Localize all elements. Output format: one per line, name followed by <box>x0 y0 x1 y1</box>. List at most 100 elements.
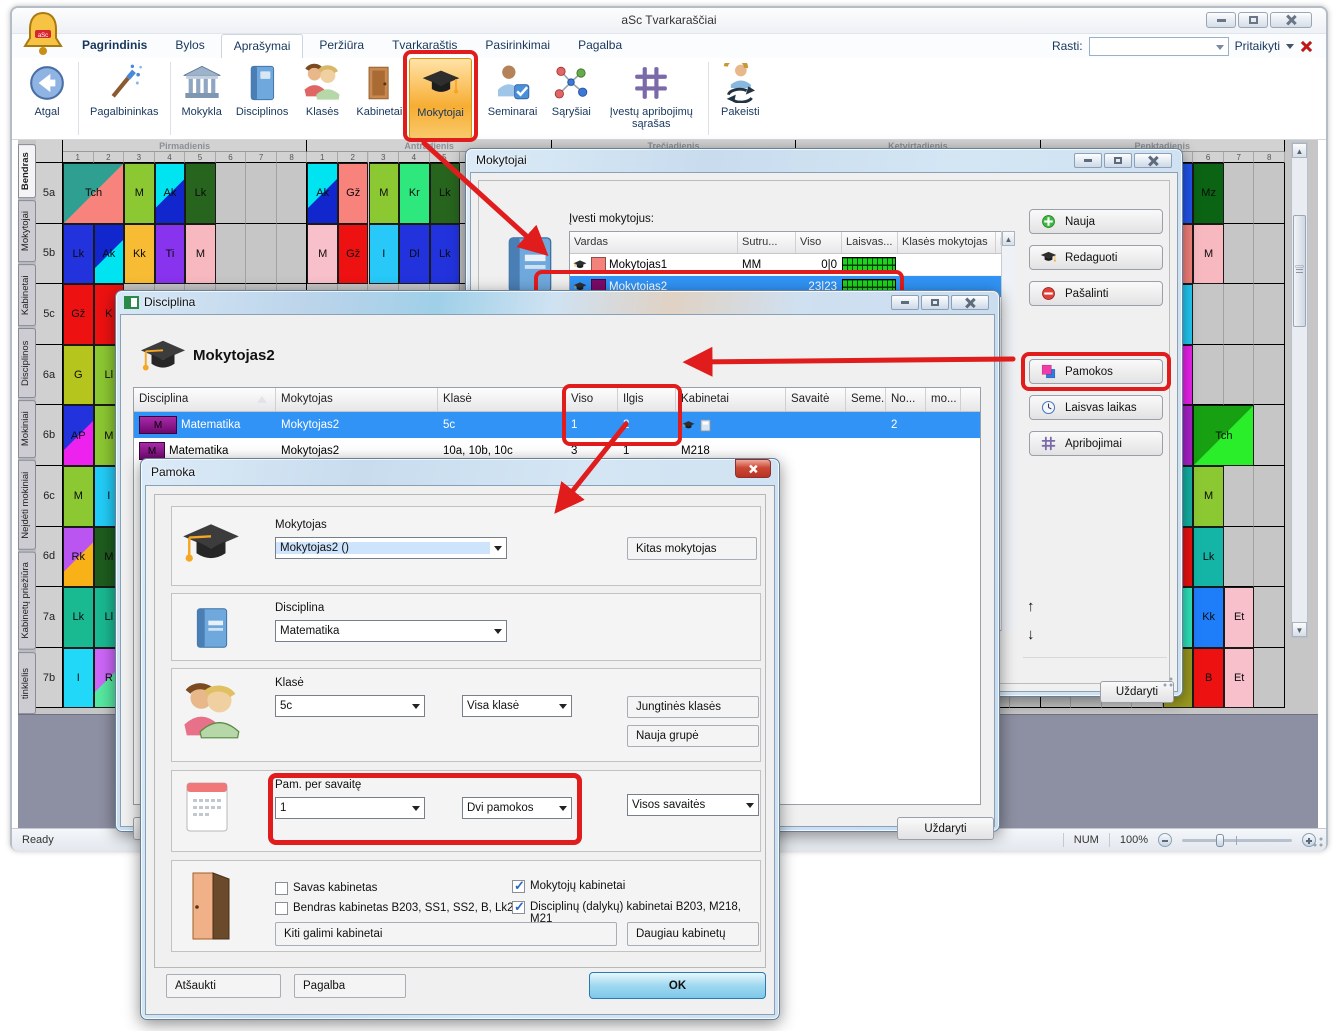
maximize-button[interactable] <box>921 295 949 310</box>
timetable-cell[interactable] <box>277 163 308 224</box>
class-select[interactable]: 5c <box>275 695 425 717</box>
scroll-up-icon[interactable]: ▲ <box>1002 231 1015 246</box>
resize-grip[interactable] <box>1162 676 1174 688</box>
lesson-cell[interactable]: M <box>124 163 155 224</box>
lesson-cell[interactable]: Gž <box>338 163 369 224</box>
lesson-cell[interactable]: Dl <box>399 224 430 285</box>
timetable-cell[interactable] <box>1224 466 1255 527</box>
table-column-header[interactable]: Disciplina <box>134 388 276 411</box>
lesson-cell[interactable]: Et <box>1224 587 1255 648</box>
chevron-down-icon[interactable] <box>408 696 424 716</box>
lesson-cell[interactable]: Ti <box>155 224 186 285</box>
maximize-button[interactable] <box>1104 153 1132 168</box>
timetable-cell[interactable] <box>1254 466 1285 527</box>
chevron-down-icon[interactable] <box>490 621 506 641</box>
row-label-5c[interactable]: 5c <box>36 284 63 345</box>
timetable-cell[interactable] <box>1254 527 1285 588</box>
own-room-checkbox[interactable]: Savas kabinetas <box>275 882 377 895</box>
timetable-cell[interactable] <box>1254 345 1285 406</box>
lesson-cell[interactable]: I <box>63 648 94 709</box>
row-label-6c[interactable]: 6c <box>36 466 63 527</box>
lesson-cell[interactable]: Lk <box>185 163 216 224</box>
toolbar-button-mokytojai[interactable]: Mokytojai <box>409 58 471 139</box>
titlebar[interactable]: aSc aSc Tvarkaraščiai <box>12 8 1326 34</box>
side-tab-disciplinos[interactable]: Disciplinos <box>18 328 36 398</box>
table-column-header[interactable]: Savaitė <box>786 388 846 411</box>
lesson-cell[interactable]: Mz <box>1193 163 1224 224</box>
close-button[interactable] <box>735 459 771 478</box>
lesson-cell[interactable]: Tch <box>1193 405 1254 466</box>
toolbar-button-disciplinos[interactable]: Disciplinos <box>229 58 296 139</box>
tab-pagalba[interactable]: Pagalba <box>566 34 634 58</box>
move-up-button[interactable]: ↑ <box>1027 598 1035 615</box>
lesson-cell[interactable]: I <box>369 224 400 285</box>
close-button[interactable] <box>1134 153 1172 168</box>
subject-select[interactable]: Matematika <box>275 620 507 642</box>
lesson-row[interactable]: MMatematikaMokytojas25c122 <box>134 412 980 438</box>
lesson-cell[interactable]: M <box>63 466 94 527</box>
timetable-cell[interactable] <box>1224 163 1255 224</box>
side-tab-tinklelis[interactable]: tinklelis <box>18 652 36 714</box>
help-button[interactable]: Pagalba <box>294 974 406 998</box>
row-label-5b[interactable]: 5b <box>36 224 63 285</box>
table-column-header[interactable]: Viso <box>566 388 618 411</box>
lesson-cell[interactable]: M <box>369 163 400 224</box>
button-pamokos[interactable]: Pamokos <box>1029 359 1163 384</box>
list-column-header[interactable]: Vardas <box>570 232 738 253</box>
zoom-slider-thumb[interactable] <box>1216 834 1224 847</box>
row-label-7a[interactable]: 7a <box>36 587 63 648</box>
timetable-scrollbar[interactable]: ▲ ▼ <box>1291 142 1308 638</box>
lesson-cell[interactable]: G <box>63 345 94 406</box>
lesson-cell[interactable]: Ak <box>307 163 338 224</box>
toolbar-button-kabinetai[interactable]: Kabinetai <box>349 58 409 139</box>
zoom-slider[interactable] <box>1182 839 1292 842</box>
button-apribojimai[interactable]: Apribojimai <box>1029 431 1163 456</box>
table-column-header[interactable]: Mokytojas <box>276 388 438 411</box>
lesson-cell[interactable]: M <box>307 224 338 285</box>
tab-pasirinkimai[interactable]: Pasirinkimai <box>473 34 562 58</box>
timetable-cell[interactable] <box>1224 284 1255 345</box>
lesson-cell[interactable]: AP <box>63 405 94 466</box>
timetable-cell[interactable] <box>1224 345 1255 406</box>
lesson-cell[interactable]: Kk <box>1193 587 1224 648</box>
list-column-header[interactable]: Viso <box>796 232 842 253</box>
button-redaguoti[interactable]: Redaguoti <box>1029 245 1163 270</box>
close-button[interactable] <box>951 295 989 310</box>
lesson-cell[interactable]: B <box>1193 648 1224 709</box>
length-select[interactable]: Dvi pamokos <box>462 797 572 819</box>
button-pašalinti[interactable]: Pašalinti <box>1029 281 1163 306</box>
side-tab-bendras[interactable]: Bendras <box>18 144 36 198</box>
timetable-cell[interactable] <box>1224 224 1255 285</box>
chevron-down-icon[interactable] <box>555 798 571 818</box>
toolbar-button-mokykla[interactable]: Mokykla <box>175 58 229 139</box>
list-column-header[interactable]: Laisvas... <box>842 232 898 253</box>
lesson-cell[interactable]: Et <box>1224 648 1255 709</box>
tab-tvarkaraštis[interactable]: Tvarkaraštis <box>380 34 469 58</box>
move-down-button[interactable]: ↓ <box>1027 626 1035 643</box>
row-label-6a[interactable]: 6a <box>36 345 63 406</box>
row-label-7b[interactable]: 7b <box>36 648 63 709</box>
table-column-header[interactable]: Kabinetai <box>676 388 786 411</box>
chevron-down-icon[interactable] <box>1286 44 1294 49</box>
timetable-cell[interactable] <box>216 163 247 224</box>
toolbar-button-klasės[interactable]: Klasės <box>295 58 349 139</box>
maximize-button[interactable] <box>1238 12 1268 28</box>
joint-classes-button[interactable]: Jungtinės klasės <box>627 696 759 718</box>
lesson-cell[interactable]: Ak <box>94 224 125 285</box>
list-column-header[interactable]: Sutru... <box>738 232 796 253</box>
timetable-cell[interactable] <box>1254 648 1285 709</box>
timetable-cell[interactable] <box>1254 224 1285 285</box>
button-nauja[interactable]: Nauja <box>1029 209 1163 234</box>
tab-aprašymai[interactable]: Aprašymai <box>221 34 304 58</box>
timetable-cell[interactable] <box>1254 284 1285 345</box>
timetable-cell[interactable] <box>1254 163 1285 224</box>
toolbar-button-seminarai[interactable]: Seminarai <box>481 58 545 139</box>
side-tab-mokiniai[interactable]: Mokiniai <box>18 400 36 458</box>
lesson-cell[interactable]: Kk <box>124 224 155 285</box>
scroll-up-icon[interactable]: ▲ <box>1292 143 1307 158</box>
toolbar-button-atgal[interactable]: Atgal <box>20 58 74 139</box>
timetable-cell[interactable] <box>1254 587 1285 648</box>
toolbar-button-pakeisti[interactable]: Pakeisti <box>713 58 767 139</box>
list-scrollbar[interactable]: ▲ <box>1001 231 1015 631</box>
lesson-cell[interactable]: Gž <box>63 284 94 345</box>
